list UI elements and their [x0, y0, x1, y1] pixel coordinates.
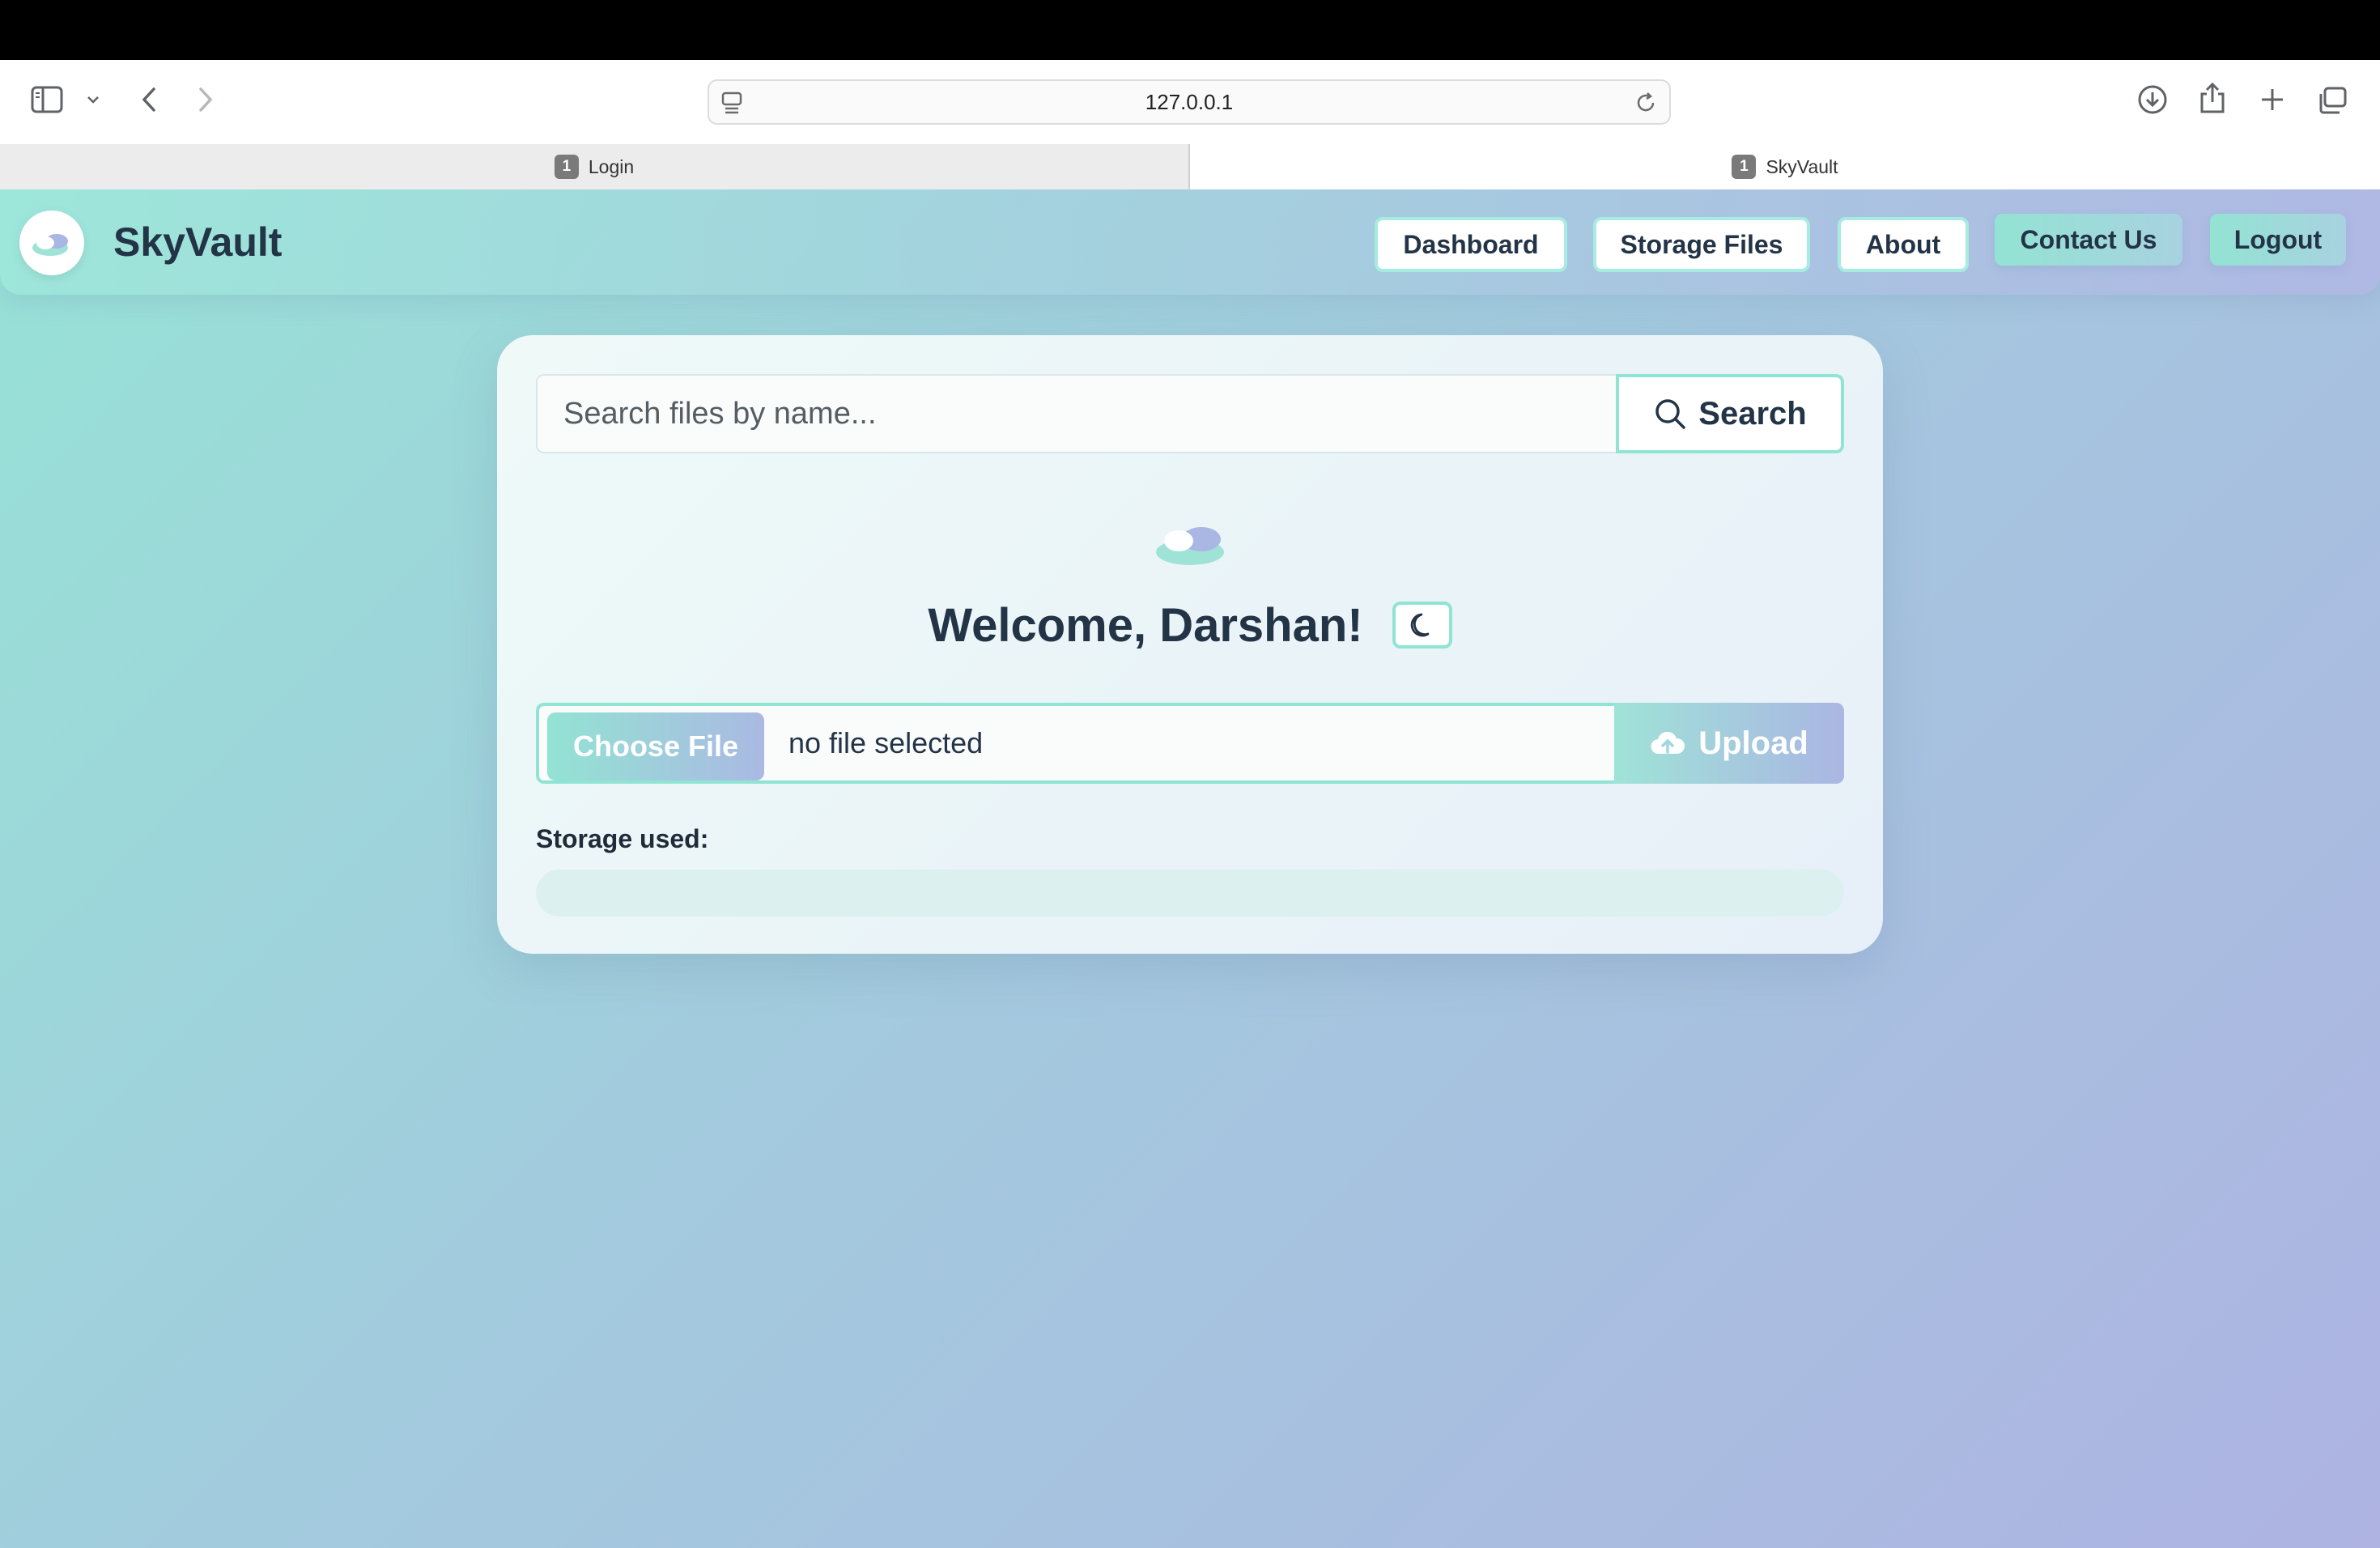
tab-label: Login — [588, 155, 635, 177]
file-input[interactable]: Choose File no file selected — [536, 703, 1614, 784]
search-button-label: Search — [1698, 395, 1807, 432]
tab-skyvault[interactable]: 1 SkyVault — [1190, 144, 2380, 189]
nav-dashboard-button[interactable]: Dashboard — [1375, 217, 1567, 272]
back-chevron-left-icon[interactable] — [139, 86, 159, 113]
search-button[interactable]: Search — [1616, 374, 1844, 453]
tab-strip: 1 Login 1 SkyVault — [0, 144, 2380, 189]
welcome-heading: Welcome, Darshan! — [928, 598, 1363, 652]
magnifier-icon — [1655, 399, 1686, 429]
upload-button-label: Upload — [1698, 725, 1808, 761]
search-input[interactable] — [536, 374, 1616, 453]
share-icon[interactable] — [2199, 81, 2226, 115]
new-tab-plus-icon[interactable] — [2259, 86, 2286, 113]
welcome-row: Welcome, Darshan! — [497, 593, 1883, 657]
nav-logout-button[interactable]: Logout — [2210, 214, 2346, 266]
choose-file-button[interactable]: Choose File — [547, 712, 764, 780]
upload-form: Choose File no file selected Upload — [536, 703, 1844, 784]
moon-icon — [1410, 613, 1430, 637]
upload-button[interactable]: Upload — [1614, 703, 1844, 784]
tab-label: SkyVault — [1766, 155, 1838, 177]
storage-progress-bar — [536, 870, 1844, 916]
cloud-logo-icon — [32, 234, 68, 256]
chevron-down-icon[interactable] — [86, 94, 100, 105]
brand-name[interactable]: SkyVault — [113, 219, 282, 266]
system-top-bar — [0, 0, 2380, 60]
url-text: 127.0.0.1 — [1145, 89, 1234, 114]
tab-count-badge: 1 — [1732, 155, 1757, 179]
main-card: Search Welcome, Darshan! Choose File no … — [497, 335, 1883, 954]
nav-about-button[interactable]: About — [1838, 217, 1969, 272]
cloud-upload-icon — [1651, 731, 1685, 755]
file-status-text: no file selected — [788, 726, 984, 759]
app-navbar: SkyVault Dashboard Storage Files About C… — [0, 189, 2380, 295]
tab-login[interactable]: 1 Login — [0, 144, 1190, 189]
forward-chevron-right-icon[interactable] — [196, 86, 215, 113]
logo[interactable] — [19, 211, 84, 275]
page-content: SkyVault Dashboard Storage Files About C… — [0, 189, 2380, 1548]
nav-contact-button[interactable]: Contact Us — [1995, 214, 2182, 266]
tab-count-badge: 1 — [554, 155, 579, 179]
theme-toggle-button[interactable] — [1392, 602, 1452, 649]
cloud-hero-icon — [1153, 518, 1227, 572]
tab-overview-icon[interactable] — [2317, 86, 2348, 115]
reload-icon[interactable] — [1634, 91, 1658, 119]
browser-toolbar: 127.0.0.1 — [0, 60, 2380, 144]
nav-storage-files-button[interactable]: Storage Files — [1593, 217, 1810, 272]
site-info-icon[interactable] — [720, 91, 743, 119]
download-icon[interactable] — [2137, 84, 2168, 115]
storage-used-label: Storage used: — [536, 824, 709, 853]
address-bar[interactable]: 127.0.0.1 — [708, 79, 1671, 125]
sidebar-toggle-icon[interactable] — [31, 86, 63, 113]
